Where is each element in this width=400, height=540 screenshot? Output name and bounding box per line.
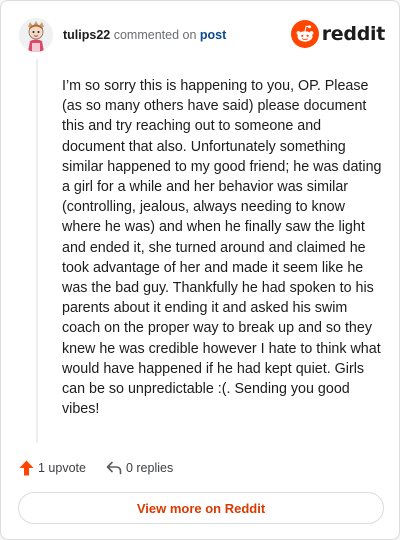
comment-header: tulips22 commented on post reddit xyxy=(19,15,385,55)
avatar-icon xyxy=(19,18,53,52)
reddit-snoo-icon xyxy=(290,20,319,48)
action-text: commented on xyxy=(113,28,197,42)
view-more-on-reddit-button[interactable]: View more on Reddit xyxy=(18,492,384,524)
embedded-comment-card: tulips22 commented on post reddit I’m so… xyxy=(0,0,400,540)
upvote-button[interactable]: 1 upvote xyxy=(19,460,86,476)
reddit-logo[interactable]: reddit xyxy=(290,20,386,48)
reddit-wordmark: reddit xyxy=(321,23,386,45)
comment-meta: tulips22 commented on post xyxy=(63,28,226,42)
comment-body: I’m so sorry this is happening to you, O… xyxy=(62,78,382,418)
comment-actions: 1 upvote 0 replies xyxy=(19,458,173,478)
replies-button[interactable]: 0 replies xyxy=(106,461,173,475)
reply-arrow-icon xyxy=(106,461,122,475)
username-link[interactable]: tulips22 xyxy=(63,28,110,42)
upvote-arrow-icon xyxy=(19,460,34,476)
upvote-count: 1 upvote xyxy=(38,461,86,475)
thread-line xyxy=(36,59,38,443)
user-avatar[interactable] xyxy=(19,18,53,52)
post-link[interactable]: post xyxy=(200,28,226,42)
reply-count: 0 replies xyxy=(125,461,174,475)
